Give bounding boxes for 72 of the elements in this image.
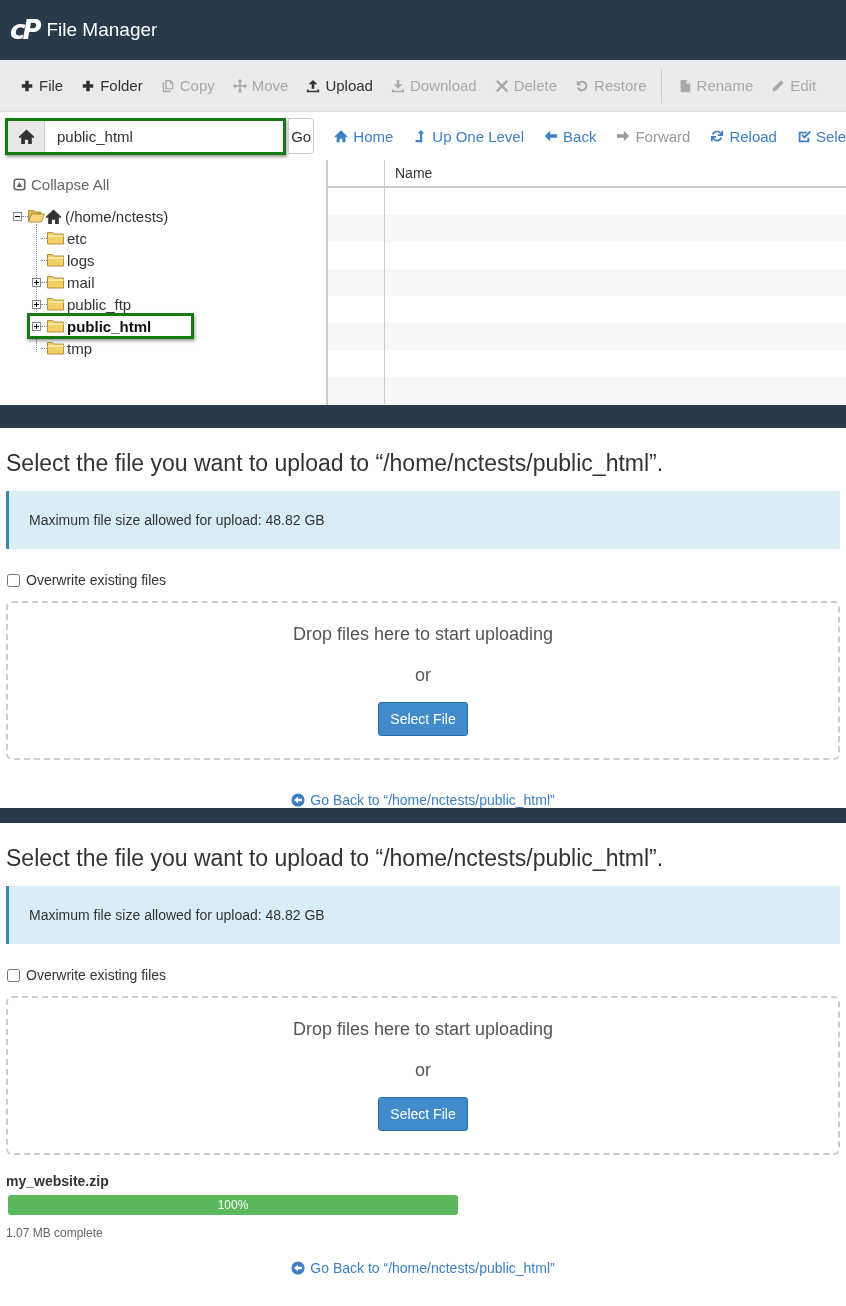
folder-icon xyxy=(47,275,64,289)
folder-name[interactable]: logs xyxy=(67,251,95,269)
plus-toggle-icon[interactable] xyxy=(32,299,41,309)
logo: cP xyxy=(10,15,39,45)
checkbox[interactable] xyxy=(7,968,20,982)
download-icon xyxy=(390,78,405,93)
folder-name[interactable]: (/home/nctests) xyxy=(65,207,169,225)
app-title: File Manager xyxy=(46,19,158,41)
checkbox-label: Overwrite existing files xyxy=(26,572,167,588)
toolbar-button[interactable]: Upload xyxy=(298,70,381,101)
alert-text: Maximum file size allowed for upload: 48.82 GB xyxy=(29,907,325,923)
upload-heading: Select the file you want to upload to “/home/nctests/public_html”. xyxy=(6,844,665,873)
drop-zone[interactable]: Drop files here to start uploading or Select File xyxy=(6,996,840,1155)
upload-heading: Select the file you want to upload to “/home/nctests/public_html”. xyxy=(6,449,665,478)
collapse-all-link[interactable]: Collapse All xyxy=(13,176,326,193)
upload-icon xyxy=(306,78,321,93)
go-button[interactable]: Go xyxy=(288,118,315,154)
alert-text: Maximum file size allowed for upload: 48.82 GB xyxy=(29,512,325,528)
drop-text: Drop files here to start uploading xyxy=(292,1019,554,1040)
folder-icon xyxy=(47,341,64,355)
go-back-link[interactable]: Go Back to “/home/nctests/public_html” xyxy=(291,792,555,808)
file-name: my_website.zip xyxy=(6,1173,110,1189)
collapse-icon xyxy=(13,178,26,191)
nav-link[interactable]: Sele xyxy=(796,127,846,145)
folder-icon xyxy=(47,253,64,267)
column-header[interactable]: Name xyxy=(385,160,846,186)
home-button[interactable] xyxy=(8,120,45,152)
or-text: or xyxy=(415,665,431,686)
back-icon xyxy=(291,1261,306,1275)
toolbar-button[interactable]: Folder xyxy=(73,70,151,101)
toolbar-button[interactable]: File xyxy=(12,70,72,101)
plus-toggle-icon[interactable] xyxy=(32,321,41,331)
plus-icon xyxy=(81,78,96,93)
folder-name[interactable]: public_html xyxy=(67,317,152,335)
checkbox-label: Overwrite existing files xyxy=(26,967,167,983)
left-arrow-icon xyxy=(544,129,559,143)
reload-icon xyxy=(710,129,725,143)
go-back-link[interactable]: Go Back to “/home/nctests/public_html” xyxy=(291,1260,555,1276)
nav-link[interactable]: Reload xyxy=(710,127,777,145)
restore-icon xyxy=(575,78,590,93)
folder-name[interactable]: etc xyxy=(67,229,87,247)
home-icon xyxy=(45,207,62,225)
nav-link[interactable]: Back xyxy=(544,127,597,145)
folder-icon xyxy=(47,319,64,333)
close-icon xyxy=(494,78,509,93)
open-folder-icon xyxy=(28,209,45,223)
folder-icon xyxy=(47,231,64,245)
select-file-button[interactable]: Select File xyxy=(378,1097,468,1131)
nav-link[interactable]: Up One Level xyxy=(413,127,525,145)
folder-name[interactable]: public_ftp xyxy=(67,295,132,313)
folder-icon xyxy=(47,297,64,311)
or-text: or xyxy=(415,1060,431,1081)
pencil-icon xyxy=(771,78,786,93)
right-arrow-icon xyxy=(616,129,631,143)
home-icon xyxy=(17,127,35,145)
home-icon xyxy=(334,129,349,143)
minus-toggle-icon[interactable] xyxy=(13,211,22,221)
progress-label: 100% xyxy=(217,1198,249,1212)
copy-icon xyxy=(160,78,175,93)
plus-toggle-icon[interactable] xyxy=(32,277,41,287)
back-icon xyxy=(291,793,306,807)
select-file-button[interactable]: Select File xyxy=(378,702,468,736)
folder-name[interactable]: tmp xyxy=(67,339,92,357)
drop-zone[interactable]: Drop files here to start uploading or Select File xyxy=(6,601,840,760)
checkbox-icon xyxy=(796,129,811,143)
upload-status: 1.07 MB complete xyxy=(6,1226,104,1240)
move-icon xyxy=(232,78,247,93)
checkbox[interactable] xyxy=(7,573,20,587)
folder-name[interactable]: mail xyxy=(67,273,95,291)
nav-link[interactable]: Home xyxy=(334,127,394,145)
drop-text: Drop files here to start uploading xyxy=(292,624,554,645)
plus-icon xyxy=(20,78,34,93)
